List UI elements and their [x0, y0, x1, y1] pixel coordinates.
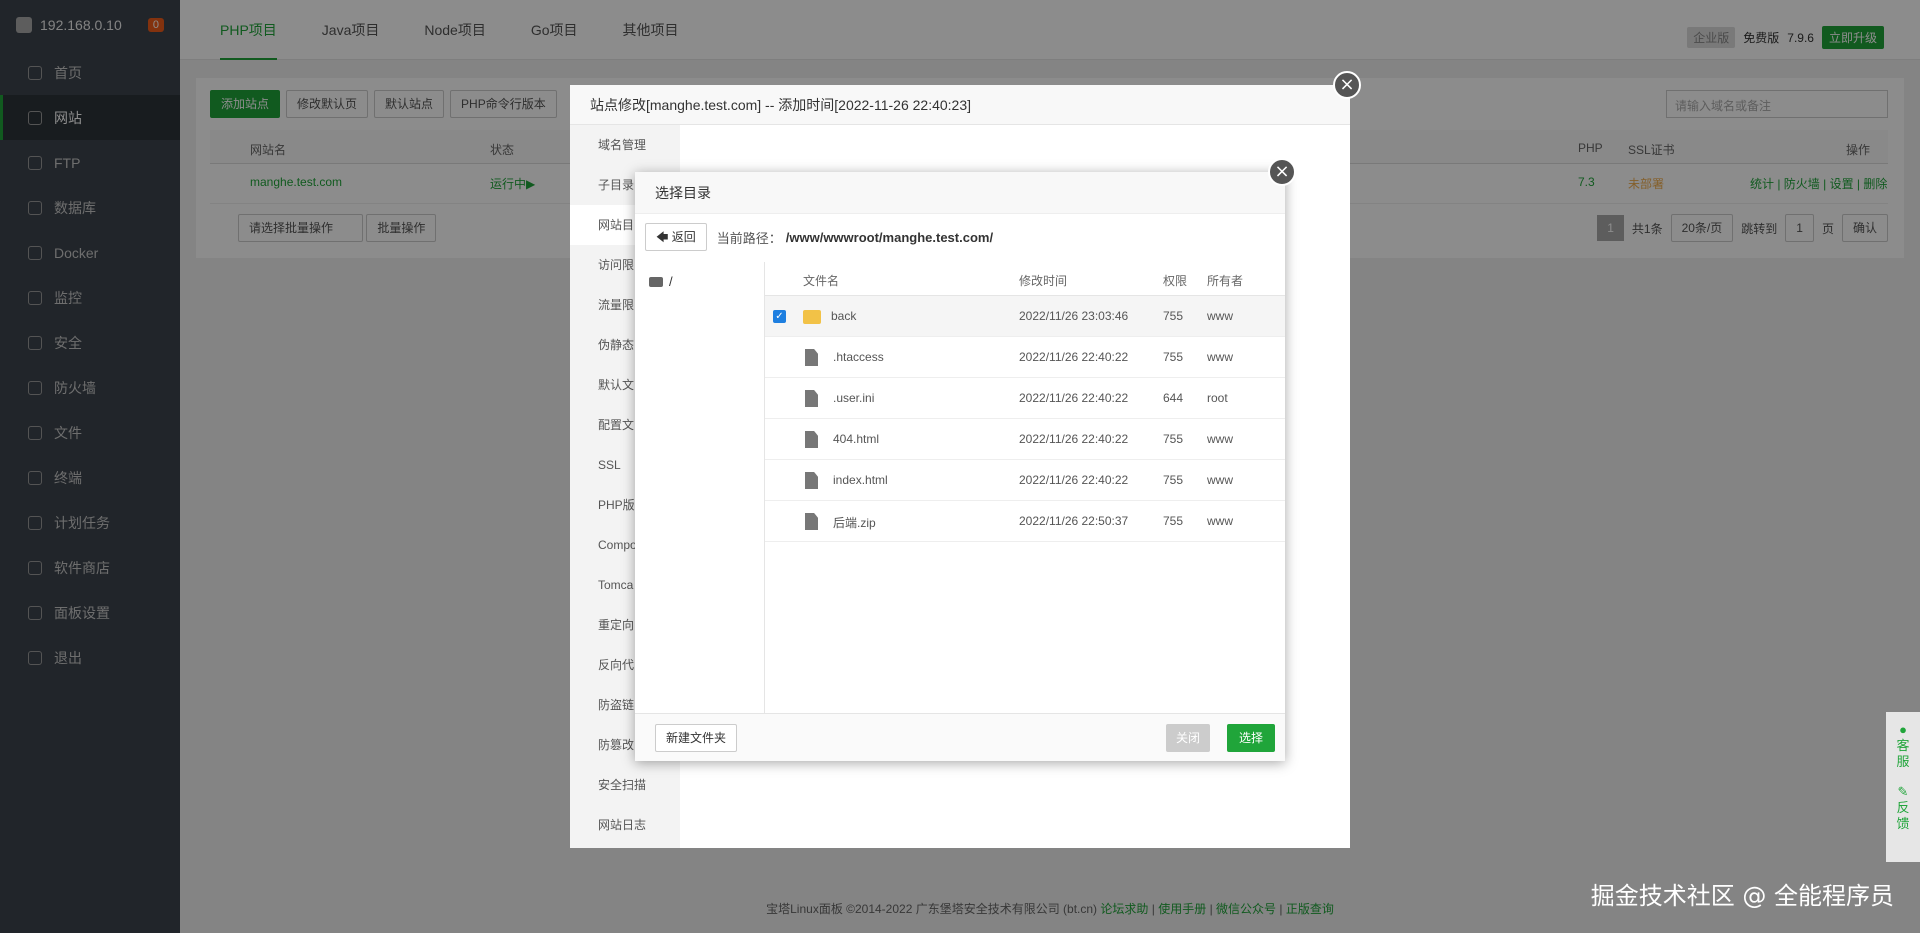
file-name[interactable]: .user.ini: [833, 391, 874, 405]
arrow-left-icon: 🡄: [656, 230, 672, 244]
file-icon: [805, 390, 818, 407]
folder-icon: [803, 310, 821, 324]
file-icon: [805, 349, 818, 366]
file-owner: www: [1207, 473, 1233, 487]
file-owner: www: [1207, 350, 1233, 364]
file-perm: 644: [1163, 391, 1184, 405]
file-name[interactable]: index.html: [833, 473, 888, 487]
file-icon: [805, 472, 818, 489]
drive-icon: [649, 276, 663, 287]
file-time: 2022/11/26 22:50:37: [1019, 514, 1129, 528]
path-label: 当前路径：: [716, 230, 782, 246]
chat-icon: ●: [1899, 722, 1907, 737]
new-folder-button[interactable]: 新建文件夹: [655, 724, 738, 752]
col-mtime: 修改时间: [1019, 274, 1068, 288]
menu-domain[interactable]: 域名管理: [570, 125, 680, 165]
file-time: 2022/11/26 22:40:22: [1019, 432, 1129, 446]
file-name[interactable]: back: [831, 309, 856, 323]
select-dir-title: 选择目录: [635, 172, 1285, 214]
file-perm: 755: [1163, 350, 1184, 364]
file-name[interactable]: 404.html: [833, 432, 879, 446]
outer-close-icon[interactable]: ×: [1333, 71, 1361, 99]
select-dir-dialog: 选择目录 🡄 返回 当前路径： /www/wwwroot/manghe.test…: [635, 172, 1285, 761]
select-button[interactable]: 选择: [1226, 724, 1275, 752]
file-row[interactable]: ✓ back 2022/11/26 23:03:46 755 www: [765, 296, 1285, 337]
current-path: /www/wwwroot/manghe.test.com/: [785, 229, 994, 245]
file-list: 文件名 修改时间 权限 所有者 ✓ back 2022/11/26 23:03:…: [765, 262, 1285, 713]
edit-icon: ✎: [1897, 784, 1909, 799]
file-perm: 755: [1163, 432, 1184, 446]
file-row[interactable]: .htaccess 2022/11/26 22:40:22 755 www: [765, 337, 1285, 378]
file-perm: 755: [1163, 473, 1184, 487]
file-time: 2022/11/26 22:40:22: [1019, 350, 1129, 364]
path-bar: 🡄 返回 当前路径： /www/wwwroot/manghe.test.com/: [645, 222, 1275, 252]
file-list-header: 文件名 修改时间 权限 所有者: [765, 262, 1285, 296]
file-time: 2022/11/26 23:03:46: [1019, 309, 1129, 323]
file-name[interactable]: 后端.zip: [833, 514, 876, 531]
tree-root[interactable]: /: [635, 262, 764, 301]
back-button[interactable]: 🡄 返回: [645, 223, 707, 251]
file-time: 2022/11/26 22:40:22: [1019, 473, 1129, 487]
customer-service-tab[interactable]: ● 客 服 ✎ 反 馈: [1886, 712, 1920, 862]
file-row[interactable]: 404.html 2022/11/26 22:40:22 755 www: [765, 419, 1285, 460]
file-time: 2022/11/26 22:40:22: [1019, 391, 1129, 405]
file-row[interactable]: .user.ini 2022/11/26 22:40:22 644 root: [765, 378, 1285, 419]
file-icon: [805, 431, 818, 448]
col-perm: 权限: [1163, 274, 1188, 288]
file-owner: root: [1207, 391, 1228, 405]
file-row[interactable]: index.html 2022/11/26 22:40:22 755 www: [765, 460, 1285, 501]
file-perm: 755: [1163, 309, 1184, 323]
inner-close-icon[interactable]: ×: [1268, 158, 1296, 186]
menu-site-log[interactable]: 网站日志: [570, 805, 680, 845]
watermark: 掘金技术社区 @ 全能程序员: [1590, 882, 1894, 910]
file-owner: www: [1207, 432, 1233, 446]
col-filename: 文件名: [803, 274, 840, 288]
site-edit-title: 站点修改[manghe.test.com] -- 添加时间[2022-11-26…: [570, 85, 1350, 125]
col-owner: 所有者: [1207, 274, 1244, 288]
close-button[interactable]: 关闭: [1165, 724, 1210, 752]
dir-tree: /: [635, 262, 765, 713]
dialog-footer: 新建文件夹 关闭 选择: [635, 713, 1285, 761]
file-owner: www: [1207, 514, 1233, 528]
file-icon: [805, 513, 818, 530]
file-owner: www: [1207, 309, 1233, 323]
file-name[interactable]: .htaccess: [833, 350, 884, 364]
file-perm: 755: [1163, 514, 1184, 528]
menu-security-scan[interactable]: 安全扫描: [570, 765, 680, 805]
file-row[interactable]: 后端.zip 2022/11/26 22:50:37 755 www: [765, 501, 1285, 542]
checkbox-checked-icon[interactable]: ✓: [773, 310, 786, 323]
